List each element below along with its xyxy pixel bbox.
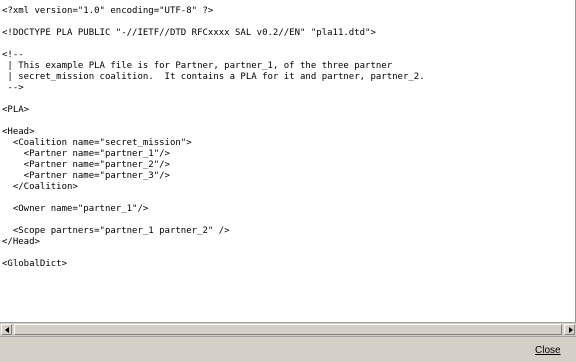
code-line: <Partner name="partner_2"/> (2, 160, 170, 170)
code-line: </Coalition> (2, 182, 78, 192)
scroll-left-arrow-icon[interactable] (1, 324, 12, 335)
code-line: <?xml version="1.0" encoding="UTF-8" ?> (2, 6, 214, 16)
code-line: | secret_mission coalition. It contains … (2, 72, 425, 82)
code-line: <!DOCTYPE PLA PUBLIC "-//IETF//DTD RFCxx… (2, 28, 376, 38)
xml-text-viewer[interactable]: <?xml version="1.0" encoding="UTF-8" ?> … (0, 0, 576, 322)
xml-content: <?xml version="1.0" encoding="UTF-8" ?> … (0, 0, 575, 270)
code-line: <Scope partners="partner_1 partner_2" /> (2, 226, 230, 236)
code-line: | This example PLA file is for Partner, … (2, 61, 393, 71)
code-line: <Partner name="partner_3"/> (2, 171, 170, 181)
horizontal-scrollbar[interactable] (0, 322, 576, 337)
code-line: <!-- (2, 50, 24, 60)
code-line: </Head> (2, 237, 40, 247)
scroll-right-arrow-icon[interactable] (564, 324, 575, 335)
close-button[interactable]: Close (535, 343, 576, 358)
scrollbar-thumb[interactable] (14, 324, 562, 335)
code-line: --> (2, 83, 24, 93)
code-line: <Partner name="partner_1"/> (2, 149, 170, 159)
code-line: <Owner name="partner_1"/> (2, 204, 149, 214)
code-line: <Head> (2, 127, 35, 137)
code-line: <PLA> (2, 105, 30, 115)
code-line: <Coalition name="secret_mission"> (2, 138, 192, 148)
code-line: <GlobalDict> (2, 259, 68, 269)
